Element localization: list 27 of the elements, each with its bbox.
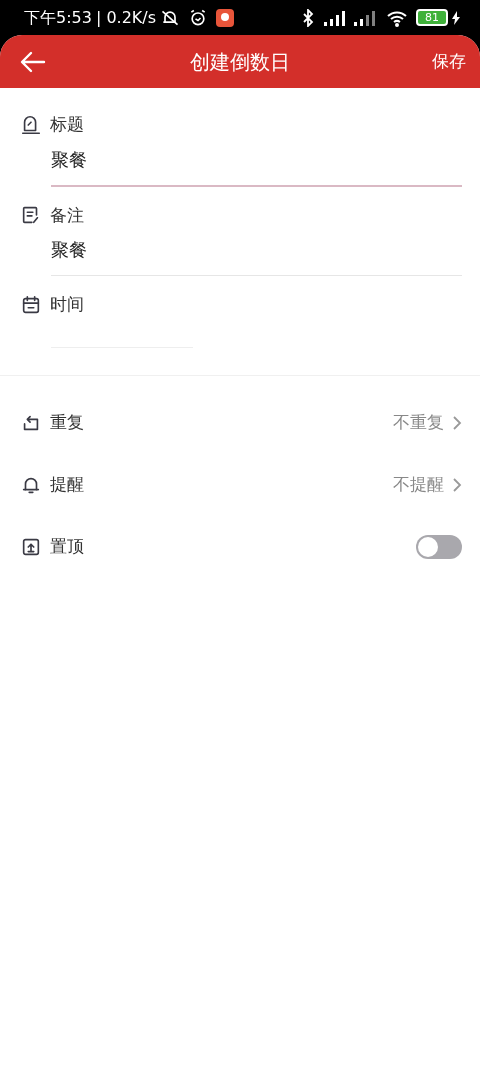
option-selector[interactable]: 不重复 [393, 409, 462, 436]
signal-icon [352, 8, 378, 27]
chevron-icon [452, 476, 462, 493]
text-field[interactable]: 聚餐 [51, 228, 462, 276]
battery-indicator: 81 [416, 9, 448, 26]
setting-label: 提醒 [50, 472, 85, 496]
network-speed: | 0.2K/s [95, 6, 157, 29]
page-title: 创建倒数日 [190, 48, 290, 76]
option-selector[interactable]: 不提醒 [393, 471, 462, 498]
field-label: 备注 [50, 203, 84, 227]
signal-icon [322, 8, 348, 27]
field-label: 时间 [50, 293, 84, 316]
setting-label: 重复 [50, 410, 85, 434]
chevron-icon [452, 414, 462, 431]
text-field[interactable]: 聚餐 [51, 137, 462, 187]
back-arrow-icon [20, 50, 46, 73]
bluetooth-icon [302, 8, 314, 27]
calendar-icon [20, 293, 42, 316]
status-time: 下午5:53 [24, 6, 92, 29]
field-label: 标题 [50, 113, 84, 136]
app-icon [216, 8, 235, 27]
edit-icon [20, 113, 42, 136]
save-button[interactable]: 保存 [426, 47, 472, 77]
wifi-icon [386, 8, 408, 27]
setting-label: 置顶 [50, 534, 85, 558]
toggle-switch[interactable] [416, 534, 462, 559]
charging-icon [452, 10, 460, 25]
